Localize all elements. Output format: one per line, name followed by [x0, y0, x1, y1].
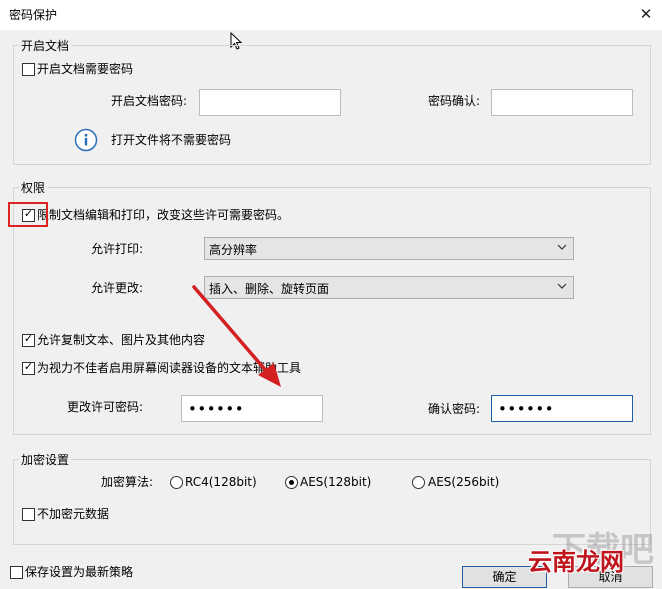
encryption-legend: 加密设置: [19, 451, 72, 468]
print-label: 允许打印:: [91, 242, 144, 256]
info-icon: [74, 128, 98, 152]
radio-aes128-label: AES(128bit): [300, 475, 372, 489]
radio-rc4-label: RC4(128bit): [185, 475, 257, 489]
permissions-legend: 权限: [19, 179, 48, 196]
radio-aes256[interactable]: [412, 476, 425, 489]
check-icon: ✓: [23, 332, 34, 345]
radio-selected-dot: [289, 480, 294, 485]
title-bar: [0, 0, 662, 30]
highlight-box: [8, 202, 48, 227]
open-confirm-label: 密码确认:: [428, 94, 481, 108]
window-title: 密码保护: [9, 8, 58, 22]
open-doc-legend: 开启文档: [19, 37, 72, 54]
no-metadata-checkbox[interactable]: [22, 508, 35, 521]
chevron-down-icon: [557, 283, 567, 289]
close-icon[interactable]: ✕: [636, 4, 656, 24]
radio-aes256-label: AES(256bit): [428, 475, 500, 489]
copy-label: 允许复制文本、图片及其他内容: [37, 333, 206, 347]
change-label: 允许更改:: [91, 281, 144, 295]
restrict-label: 限制文档编辑和打印，改变这些许可需要密码。: [37, 208, 290, 222]
no-metadata-label: 不加密元数据: [37, 507, 110, 521]
print-select-value: 高分辨率: [209, 243, 258, 257]
change-password-label: 更改许可密码:: [67, 400, 144, 414]
open-password-input[interactable]: [199, 89, 341, 116]
info-text: 打开文件将不需要密码: [111, 133, 232, 147]
watermark-logo: 云南龙网: [528, 547, 624, 576]
change-password-input[interactable]: ••••••: [181, 395, 323, 422]
radio-rc4[interactable]: [170, 476, 183, 489]
save-policy-checkbox[interactable]: [10, 566, 23, 579]
radio-aes128[interactable]: [285, 476, 298, 489]
arrow-annotation: [192, 285, 281, 387]
algorithm-label: 加密算法:: [101, 475, 154, 489]
require-password-label: 开启文档需要密码: [37, 62, 134, 76]
confirm-password-label: 确认密码:: [428, 402, 481, 416]
print-select[interactable]: 高分辨率: [204, 237, 574, 260]
check-icon: ✓: [23, 360, 34, 373]
copy-checkbox[interactable]: ✓: [22, 332, 35, 347]
screenreader-checkbox[interactable]: ✓: [22, 360, 35, 375]
save-policy-label: 保存设置为最新策略: [25, 565, 134, 579]
chevron-down-icon: [557, 244, 567, 250]
open-password-label: 开启文档密码:: [111, 94, 188, 108]
open-confirm-input[interactable]: [491, 89, 633, 116]
require-password-checkbox[interactable]: [22, 63, 35, 76]
confirm-password-input[interactable]: ••••••: [491, 395, 633, 422]
